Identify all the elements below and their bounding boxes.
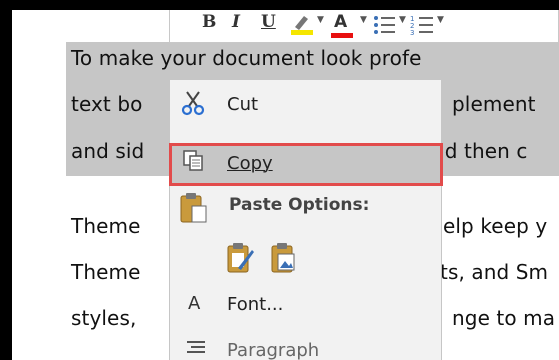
menu-item-cut[interactable]: Cut <box>227 94 258 115</box>
font-color-bar <box>331 33 353 38</box>
doc-line-6b[interactable]: nge to ma <box>452 306 555 330</box>
cut-label: Cut <box>227 94 259 115</box>
numbering-icon[interactable]: 1 2 3 <box>410 14 434 40</box>
menu-item-font[interactable]: Font... <box>227 294 283 315</box>
paste-options-header: Paste Options: <box>229 195 370 215</box>
copy-icon <box>182 149 206 177</box>
menu-item-paragraph[interactable]: Paragraph <box>227 340 319 360</box>
document-canvas: To make your document look profe text bo… <box>12 10 559 360</box>
clipboard-icon <box>180 192 208 228</box>
bold-button[interactable]: B <box>202 12 216 32</box>
doc-line-6a[interactable]: styles, <box>71 306 136 330</box>
font-icon: A <box>188 293 201 314</box>
doc-line-4b[interactable]: elp keep y <box>443 214 547 238</box>
paste-keep-formatting-icon[interactable] <box>226 242 254 278</box>
doc-line-3b[interactable]: nd then c <box>432 139 527 163</box>
bullets-icon[interactable] <box>372 14 396 40</box>
paragraph-label: Paragraph <box>227 340 320 360</box>
doc-line-1[interactable]: To make your document look profe <box>71 46 422 70</box>
highlighter-icon[interactable] <box>290 13 314 39</box>
context-menu <box>169 79 442 360</box>
underline-button[interactable]: U <box>261 12 276 32</box>
copy-highlight <box>169 143 443 186</box>
font-color-button[interactable]: A <box>334 12 347 32</box>
doc-line-2b[interactable]: plement <box>452 92 536 116</box>
doc-line-2a[interactable]: text bo <box>71 92 142 116</box>
italic-button[interactable]: I <box>232 12 240 32</box>
copy-label: Copy <box>227 153 273 174</box>
doc-line-4a[interactable]: Theme <box>71 214 140 238</box>
doc-line-5a[interactable]: Theme <box>71 260 140 284</box>
numbering-dropdown-icon[interactable]: ▼ <box>437 15 444 25</box>
menu-item-copy[interactable]: Copy <box>227 153 273 174</box>
bullets-dropdown-icon[interactable]: ▼ <box>399 15 406 25</box>
paragraph-icon <box>187 339 207 358</box>
doc-line-3a[interactable]: and sid <box>71 139 144 163</box>
highlight-dropdown-icon[interactable]: ▼ <box>317 15 324 25</box>
paste-picture-icon[interactable] <box>270 242 298 278</box>
doc-line-5b[interactable]: ts, and Sm <box>440 260 548 284</box>
scissors-icon <box>180 90 206 120</box>
mini-toolbar: B I U ▼ A ▼ ▼ 1 2 3 ▼ <box>169 10 559 43</box>
font-color-dropdown-icon[interactable]: ▼ <box>360 15 367 25</box>
font-label: Font... <box>227 294 284 315</box>
svg-text:3: 3 <box>410 29 414 36</box>
